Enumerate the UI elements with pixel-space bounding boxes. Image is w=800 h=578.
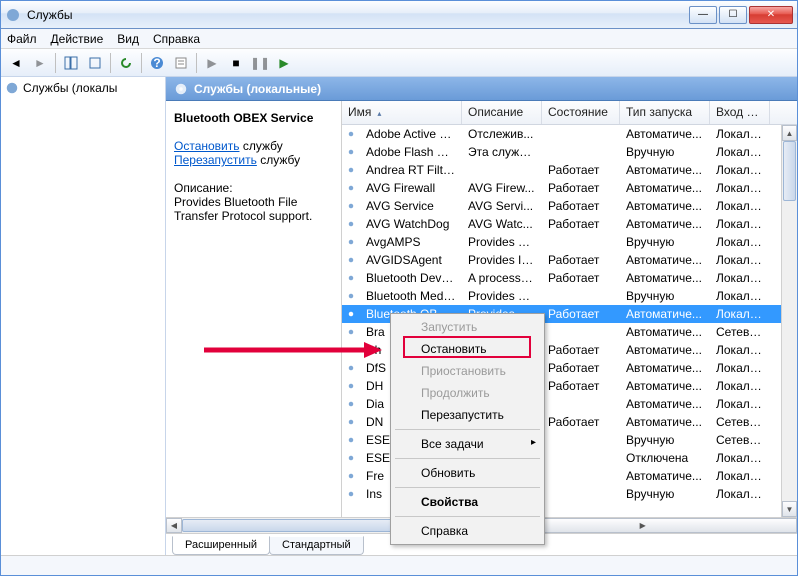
stop-link[interactable]: Остановить [174,139,240,153]
minimize-button[interactable]: — [689,6,717,24]
col-name[interactable]: Имя [342,101,462,124]
menu-view[interactable]: Вид [117,32,139,46]
scroll-down-button[interactable]: ▼ [782,501,797,517]
ctx-restart[interactable]: Перезапустить [393,404,542,426]
refresh-button[interactable] [115,52,137,74]
column-headers: Имя Описание Состояние Тип запуска Вход … [342,101,797,125]
statusbar [1,555,797,575]
services-icon [5,7,21,23]
ctx-help[interactable]: Справка [393,520,542,542]
help-button[interactable]: ? [146,52,168,74]
description-label: Описание: [174,181,333,195]
col-start[interactable]: Тип запуска [620,101,710,124]
tree-pane: Службы (локалы [1,77,166,555]
scroll-up-button[interactable]: ▲ [782,125,797,141]
export-button[interactable] [84,52,106,74]
pause-service-button[interactable]: ❚❚ [249,52,271,74]
tab-standard[interactable]: Стандартный [269,536,364,555]
table-row[interactable]: Adobe Active File ...Отслежив...Автомати… [342,125,781,143]
tree-root[interactable]: Службы (локалы [23,81,117,95]
description-text: Provides Bluetooth File Transfer Protoco… [174,195,333,223]
ctx-refresh[interactable]: Обновить [393,462,542,484]
menu-file[interactable]: Файл [7,32,37,46]
services-icon [5,81,19,95]
col-logon[interactable]: Вход от и [710,101,770,124]
tab-extended[interactable]: Расширенный [172,536,270,555]
table-row[interactable]: Andrea RT Filters ...РаботаетАвтоматиче.… [342,161,781,179]
vertical-scrollbar[interactable]: ▲ ▼ [781,125,797,517]
table-row[interactable]: AVG WatchDogAVG Watc...РаботаетАвтоматич… [342,215,781,233]
table-row[interactable]: Bluetooth Media S...Provides Bl...Вручну… [342,287,781,305]
annotation-arrow [204,340,384,360]
scroll-thumb[interactable] [783,141,796,201]
toolbar: ◄ ► ? ▶ ■ ❚❚ ▶ [1,49,797,77]
scroll-left-button[interactable]: ◀ [166,518,182,533]
ctx-resume: Продолжить [393,382,542,404]
table-row[interactable]: AvgAMPSProvides pr...ВручнуюЛокальна [342,233,781,251]
menu-help[interactable]: Справка [153,32,200,46]
context-menu: Запустить Остановить Приостановить Продо… [390,313,545,545]
maximize-button[interactable]: ☐ [719,6,747,24]
table-row[interactable]: Adobe Flash Playe...Эта служб...ВручнуюЛ… [342,143,781,161]
table-row[interactable]: AVG FirewallAVG Firew...РаботаетАвтомати… [342,179,781,197]
properties-button[interactable] [170,52,192,74]
svg-text:?: ? [153,56,160,70]
forward-button[interactable]: ► [29,52,51,74]
ctx-stop[interactable]: Остановить [393,338,542,360]
restart-link[interactable]: Перезапустить [174,153,257,167]
pane-header: Службы (локальные) [166,77,797,101]
titlebar: Службы — ☐ ✕ [1,1,797,29]
menu-action[interactable]: Действие [51,32,104,46]
show-hide-tree-button[interactable] [60,52,82,74]
stop-service-button[interactable]: ■ [225,52,247,74]
start-service-button[interactable]: ▶ [201,52,223,74]
menubar: Файл Действие Вид Справка [1,29,797,49]
selected-service-name: Bluetooth OBEX Service [174,111,333,125]
hscroll-thumb[interactable] [182,519,397,532]
ctx-pause: Приостановить [393,360,542,382]
ctx-alltasks[interactable]: Все задачи [393,433,542,455]
services-icon [174,82,188,96]
restart-service-button[interactable]: ▶ [273,52,295,74]
table-row[interactable]: AVG ServiceAVG Servi...РаботаетАвтоматич… [342,197,781,215]
close-button[interactable]: ✕ [749,6,793,24]
detail-pane: Bluetooth OBEX Service Остановить службу… [166,101,342,517]
pane-title: Службы (локальные) [194,82,321,96]
ctx-start: Запустить [393,316,542,338]
back-button[interactable]: ◄ [5,52,27,74]
col-state[interactable]: Состояние [542,101,620,124]
table-row[interactable]: AVGIDSAgentProvides Id...РаботаетАвтомат… [342,251,781,269]
table-row[interactable]: Bluetooth Device ...A process t...Работа… [342,269,781,287]
ctx-properties[interactable]: Свойства [393,491,542,513]
window-title: Службы [27,8,689,22]
col-desc[interactable]: Описание [462,101,542,124]
